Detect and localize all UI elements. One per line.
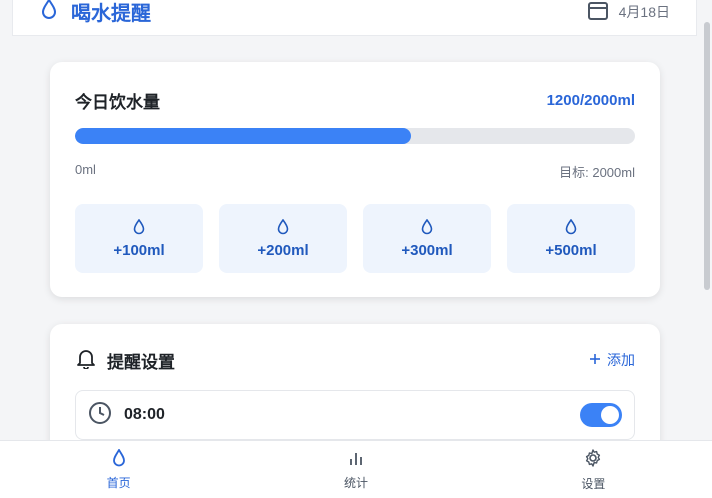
- reminder-item[interactable]: 08:00: [75, 390, 635, 440]
- date-display[interactable]: 4月18日: [587, 0, 670, 23]
- nav-label-home: 首页: [106, 475, 131, 490]
- scrollbar[interactable]: [702, 0, 712, 440]
- nav-item-settings[interactable]: 设置: [475, 441, 712, 498]
- clock-icon: [88, 401, 112, 430]
- add-reminder-label: 添加: [607, 352, 635, 368]
- bell-icon: [75, 347, 97, 374]
- intake-progress-bar: [75, 128, 635, 144]
- intake-label: 今日饮水量: [75, 92, 160, 112]
- add-100ml-button[interactable]: +100ml: [75, 204, 203, 273]
- reminder-title-text: 提醒设置: [107, 352, 175, 372]
- add-100ml-label: +100ml: [113, 241, 165, 259]
- progress-min-label: 0ml: [75, 162, 96, 177]
- water-drop-icon: [277, 218, 289, 234]
- gear-icon: [583, 448, 603, 471]
- intake-card: 今日饮水量 1200/2000ml 0ml 目标: 2000ml +100ml …: [50, 62, 660, 297]
- reminder-toggle[interactable]: [580, 403, 622, 427]
- nav-label-stats: 统计: [343, 475, 368, 490]
- add-300ml-button[interactable]: +300ml: [363, 204, 491, 273]
- add-300ml-label: +300ml: [401, 241, 453, 259]
- water-drop-icon: [111, 447, 127, 470]
- add-reminder-button[interactable]: 添加: [589, 350, 635, 370]
- app-title: 喝水提醒: [71, 3, 151, 25]
- scrollbar-thumb[interactable]: [704, 22, 710, 290]
- water-drop-icon: [421, 218, 433, 234]
- water-drop-icon: [133, 218, 145, 234]
- date-text: 4月18日: [618, 3, 670, 20]
- bar-chart-icon: [347, 449, 365, 470]
- quick-add-group: +100ml +200ml +300ml +500ml: [75, 204, 635, 273]
- intake-progress-fill: [75, 128, 411, 144]
- add-500ml-button[interactable]: +500ml: [507, 204, 635, 273]
- add-500ml-label: +500ml: [545, 241, 597, 259]
- brand: 喝水提醒: [39, 0, 151, 26]
- nav-item-stats[interactable]: 统计: [237, 441, 474, 498]
- add-200ml-label: +200ml: [257, 241, 309, 259]
- add-200ml-button[interactable]: +200ml: [219, 204, 347, 273]
- calendar-icon: [587, 0, 609, 23]
- intake-amount: 1200/2000ml: [546, 91, 635, 109]
- water-drop-icon: [565, 218, 577, 234]
- reminder-time: 08:00: [124, 406, 165, 423]
- plus-icon: [589, 352, 601, 368]
- toggle-knob: [601, 406, 619, 424]
- reminder-title: 提醒设置: [75, 347, 175, 374]
- nav-label-settings: 设置: [581, 476, 606, 491]
- nav-item-home[interactable]: 首页: [0, 441, 237, 498]
- app-header: 喝水提醒 4月18日: [12, 0, 697, 36]
- water-drop-icon: [39, 0, 59, 25]
- progress-goal-label: 目标: 2000ml: [559, 165, 635, 180]
- bottom-nav: 首页 统计 设置: [0, 440, 712, 498]
